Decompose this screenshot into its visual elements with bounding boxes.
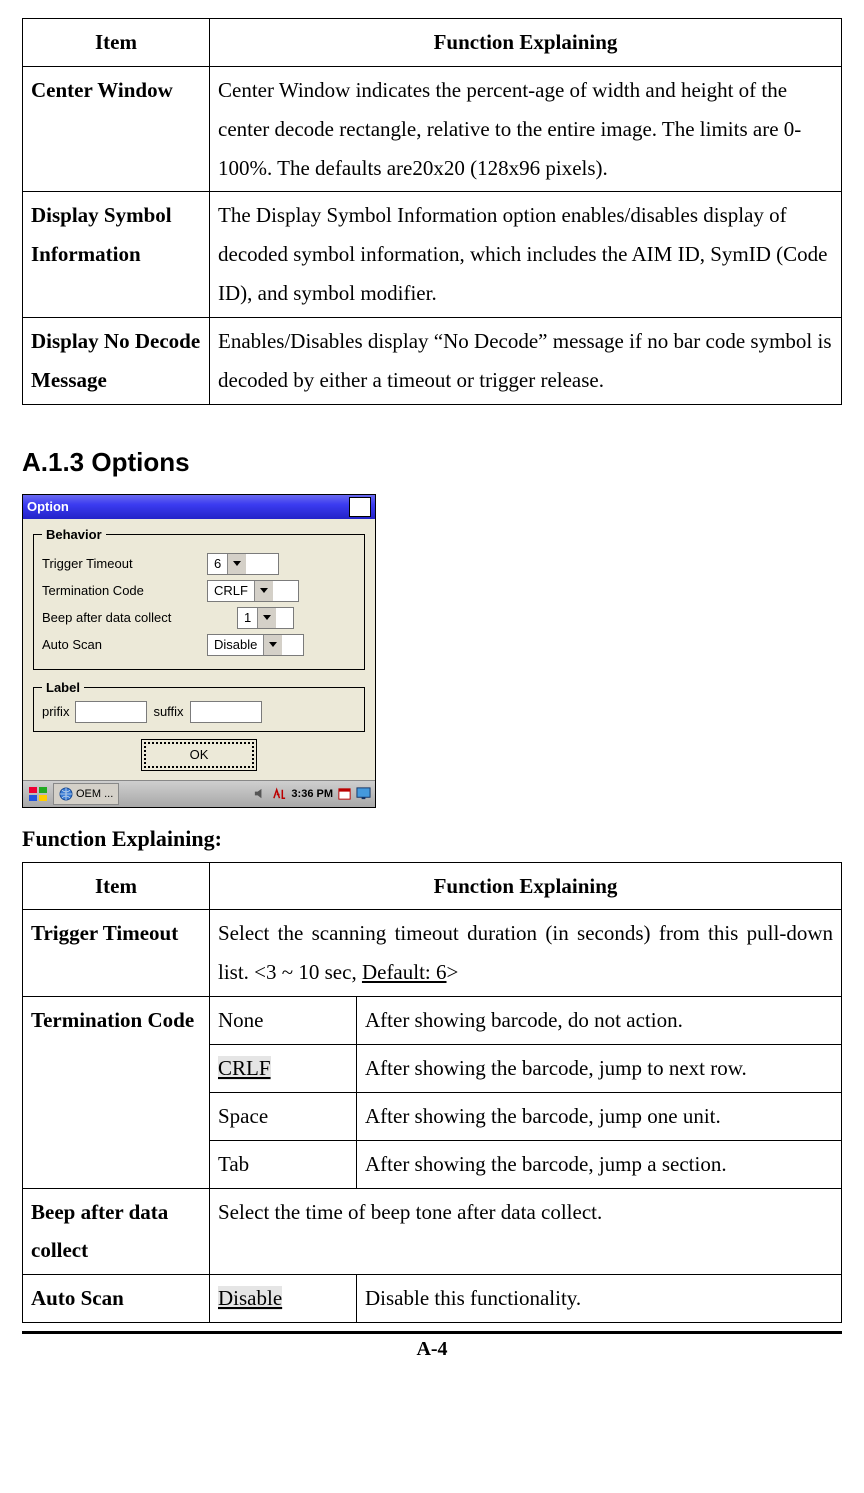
term-desc: After showing the barcode, jump a sectio… [357, 1140, 842, 1188]
suffix-label: suffix [153, 704, 183, 719]
chevron-down-icon[interactable] [263, 635, 282, 655]
taskbar-task[interactable]: OEM ... [53, 783, 119, 805]
trigger-timeout-desc: Select the scanning timeout duration (in… [210, 910, 842, 997]
prefix-input[interactable] [75, 701, 147, 723]
chevron-down-icon[interactable] [227, 554, 246, 574]
termination-code-combo[interactable]: CRLF [207, 580, 299, 602]
auto-scan-value: Disable [208, 637, 263, 652]
auto-desc: Disable this functionality. [357, 1275, 842, 1323]
table-row: Auto Scan Disable Disable this functiona… [23, 1275, 842, 1323]
table-function-explaining-1: Item Function Explaining Center Window C… [22, 18, 842, 405]
system-tray: 3:36 PM [253, 786, 371, 801]
term-code: Space [210, 1092, 357, 1140]
option-dialog-screenshot: Option ✕ Behavior Trigger Timeout 6 Term… [22, 494, 376, 808]
label-groupbox: Label prifix suffix [33, 680, 365, 732]
table-row: Trigger Timeout Select the scanning time… [23, 910, 842, 997]
auto-scan-combo[interactable]: Disable [207, 634, 304, 656]
item-label: Termination Code [23, 997, 210, 1188]
volume-icon[interactable] [253, 786, 268, 801]
table-row: Termination Code None After showing barc… [23, 997, 842, 1045]
trigger-timeout-value: 6 [208, 556, 227, 571]
item-text: Center Window indicates the percent-age … [210, 66, 842, 192]
item-text: Enables/Disables display “No Decode” mes… [210, 317, 842, 404]
item-label: Center Window [23, 66, 210, 192]
item-label: Display No Decode Message [23, 317, 210, 404]
termination-code-label: Termination Code [42, 583, 207, 598]
item-label: Trigger Timeout [23, 910, 210, 997]
auto-code: Disable [210, 1275, 357, 1323]
window-title: Option [27, 499, 69, 514]
term-code: None [210, 997, 357, 1045]
prefix-label: prifix [42, 704, 69, 719]
item-text: The Display Symbol Information option en… [210, 192, 842, 318]
taskbar-time: 3:36 PM [291, 788, 333, 800]
chevron-down-icon[interactable] [257, 608, 276, 628]
term-desc: After showing the barcode, jump one unit… [357, 1092, 842, 1140]
page-number: A-4 [22, 1334, 842, 1361]
close-icon[interactable]: ✕ [349, 497, 371, 517]
function-explaining-subhead: Function Explaining: [22, 826, 842, 852]
beep-desc: Select the time of beep tone after data … [210, 1188, 842, 1275]
table2-header-item: Item [23, 862, 210, 910]
termination-code-value: CRLF [208, 583, 254, 598]
table1-header-item: Item [23, 19, 210, 67]
table-row: Display No Decode Message Enables/Disabl… [23, 317, 842, 404]
table-row: Display Symbol Information The Display S… [23, 192, 842, 318]
chevron-down-icon[interactable] [254, 581, 273, 601]
beep-combo[interactable]: 1 [237, 607, 294, 629]
section-heading: A.1.3 Options [22, 447, 842, 478]
trigger-timeout-label: Trigger Timeout [42, 556, 207, 571]
taskbar-task-label: OEM ... [76, 788, 113, 800]
behavior-groupbox: Behavior Trigger Timeout 6 Termination C… [33, 527, 365, 670]
globe-icon [59, 787, 73, 801]
auto-scan-label: Auto Scan [42, 637, 207, 652]
windows-icon [29, 787, 47, 801]
taskbar: OEM ... 3:36 PM [23, 780, 375, 807]
beep-value: 1 [238, 610, 257, 625]
item-label: Auto Scan [23, 1275, 210, 1323]
term-code: Tab [210, 1140, 357, 1188]
term-code: CRLF [210, 1044, 357, 1092]
table-function-explaining-2: Item Function Explaining Trigger Timeout… [22, 862, 842, 1323]
term-desc: After showing the barcode, jump to next … [357, 1044, 842, 1092]
term-desc: After showing barcode, do not action. [357, 997, 842, 1045]
beep-label: Beep after data collect [42, 610, 237, 625]
table1-header-func: Function Explaining [210, 19, 842, 67]
item-label: Beep after data collect [23, 1188, 210, 1275]
start-button[interactable] [27, 784, 49, 804]
network-icon[interactable] [272, 786, 287, 801]
ok-button[interactable]: OK [144, 742, 254, 768]
titlebar: Option ✕ [23, 495, 375, 519]
item-label: Display Symbol Information [23, 192, 210, 318]
table-row: Beep after data collect Select the time … [23, 1188, 842, 1275]
table2-header-func: Function Explaining [210, 862, 842, 910]
behavior-legend: Behavior [42, 527, 106, 542]
label-legend: Label [42, 680, 84, 695]
suffix-input[interactable] [190, 701, 262, 723]
trigger-timeout-combo[interactable]: 6 [207, 553, 279, 575]
desktop-icon[interactable] [356, 786, 371, 801]
table-row: Center Window Center Window indicates th… [23, 66, 842, 192]
calendar-icon[interactable] [337, 786, 352, 801]
